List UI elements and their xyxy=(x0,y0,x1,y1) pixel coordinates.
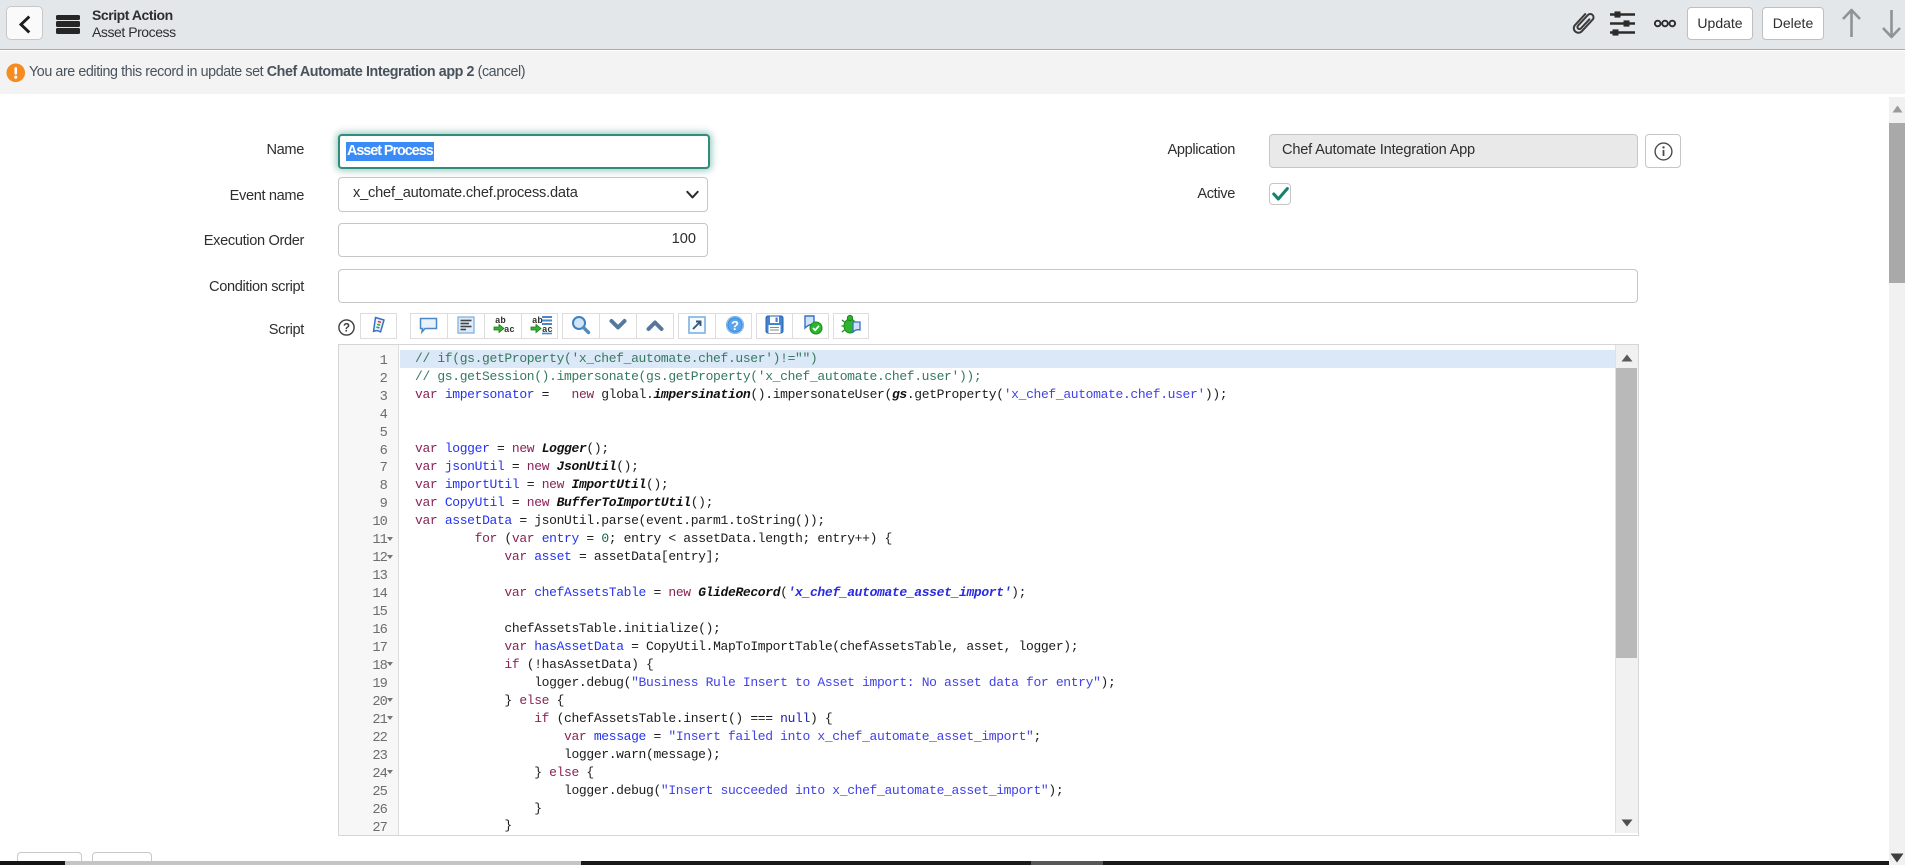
svg-text:ac: ac xyxy=(504,325,514,335)
svg-text:?: ? xyxy=(343,323,350,335)
svg-text:?: ? xyxy=(731,318,739,333)
